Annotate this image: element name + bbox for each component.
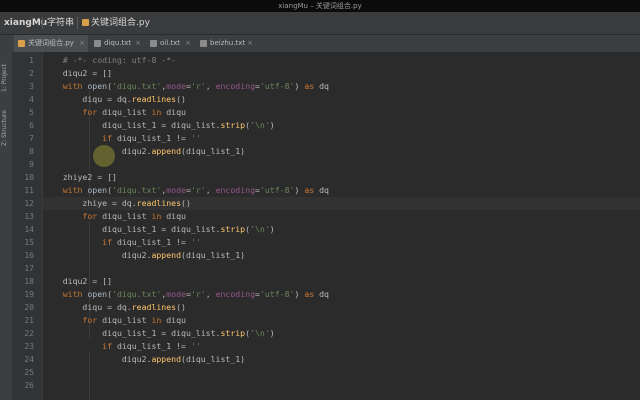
close-icon[interactable]: × (79, 35, 85, 52)
code-line[interactable]: diqu_list_1 = diqu_list.strip('\n') (43, 327, 640, 340)
close-icon[interactable]: × (185, 35, 191, 52)
line-number: 23 (24, 342, 34, 351)
line-number: 11 (24, 186, 34, 195)
code-line[interactable]: for diqu_list in diqu (43, 314, 640, 327)
code-line[interactable]: diqu = dq.readlines() (43, 93, 640, 106)
code-line[interactable]: if diqu_list_1 != '' (43, 236, 640, 249)
code-line[interactable] (43, 379, 640, 392)
tab-beizhu-txt[interactable]: beizhu.txt × (196, 35, 256, 52)
breadcrumb-file[interactable]: 关键词组合.py (91, 12, 150, 34)
navigation-bar: xiangMu 字符串 关键词组合.py (0, 12, 640, 35)
line-number: 8 (29, 147, 34, 156)
code-line[interactable]: if diqu_list_1 != '' (43, 132, 640, 145)
line-number: 9 (29, 160, 34, 169)
code-line[interactable]: # -*- coding: utf-8 -*- (43, 54, 640, 67)
os-title-bar: xiangMu – 关键词组合.py (0, 0, 640, 12)
line-number: 22 (24, 329, 34, 338)
text-file-icon (200, 40, 207, 47)
line-number: 14 (24, 225, 34, 234)
line-number: 5 (29, 108, 34, 117)
tab-label: diqu.txt (104, 39, 132, 47)
code-line[interactable]: if diqu_list_1 != '' (43, 340, 640, 353)
editor-tabs: 关键词组合.py × diqu.txt × oil.txt × beizhu.t… (0, 35, 640, 53)
tab-label: oil.txt (160, 39, 181, 47)
text-file-icon (94, 40, 101, 47)
python-file-icon (18, 40, 25, 47)
breadcrumb-separator (42, 17, 43, 29)
line-number: 20 (24, 303, 34, 312)
structure-tool-tab[interactable]: Z: Structure (1, 96, 11, 146)
tab-diqu-txt[interactable]: diqu.txt × (90, 35, 144, 52)
line-number: 18 (24, 277, 34, 286)
code-line[interactable]: zhiye2 = [] (43, 171, 640, 184)
line-number: 10 (24, 173, 34, 182)
line-number: 13 (24, 212, 34, 221)
tab-label: 关键词组合.py (28, 39, 74, 47)
breadcrumb-separator (77, 17, 78, 29)
line-number: 21 (24, 316, 34, 325)
line-number: 3 (29, 82, 34, 91)
code-line[interactable] (43, 262, 640, 275)
code-line[interactable]: diqu2 = [] (43, 67, 640, 80)
window-title: xiangMu – 关键词组合.py (278, 2, 362, 10)
line-number: 4 (29, 95, 34, 104)
code-line[interactable]: for diqu_list in diqu (43, 210, 640, 223)
code-line[interactable]: with open('diqu.txt',mode='r', encoding=… (43, 80, 640, 93)
screen: xiangMu – 关键词组合.py xiangMu 字符串 关键词组合.py … (0, 0, 640, 400)
code-line[interactable]: with open('diqu.txt',mode='r', encoding=… (43, 288, 640, 301)
breadcrumb-project[interactable]: xiangMu (4, 12, 47, 34)
code-line[interactable]: for diqu_list in diqu (43, 106, 640, 119)
project-tool-tab[interactable]: 1: Project (1, 52, 11, 92)
code-line[interactable]: zhiye = dq.readlines() (43, 197, 640, 210)
code-editor[interactable]: # -*- coding: utf-8 -*- diqu2 = [] with … (43, 52, 640, 400)
code-line[interactable]: diqu_list_1 = diqu_list.strip('\n') (43, 223, 640, 236)
line-number: 25 (24, 368, 34, 377)
python-file-icon (82, 19, 89, 26)
code-line[interactable]: diqu2.append(diqu_list_1) (43, 353, 640, 366)
close-icon[interactable]: × (247, 35, 253, 52)
code-line[interactable]: diqu_list_1 = diqu_list.strip('\n') (43, 119, 640, 132)
line-number: 1 (29, 56, 34, 65)
line-number: 12 (24, 199, 34, 208)
line-number: 6 (29, 121, 34, 130)
mouse-cursor-highlight (93, 145, 115, 167)
line-number: 2 (29, 69, 34, 78)
close-icon[interactable]: × (135, 35, 141, 52)
line-number: 19 (24, 290, 34, 299)
tab-oil-txt[interactable]: oil.txt × (146, 35, 194, 52)
tab-keyword-combination[interactable]: 关键词组合.py × (14, 35, 88, 52)
line-number: 24 (24, 355, 34, 364)
code-line[interactable]: with open('diqu.txt',mode='r', encoding=… (43, 184, 640, 197)
tab-label: beizhu.txt (210, 39, 246, 47)
code-line[interactable]: diqu2.append(diqu_list_1) (43, 249, 640, 262)
line-number: 7 (29, 134, 34, 143)
code-line[interactable] (43, 158, 640, 171)
line-number: 16 (24, 251, 34, 260)
text-file-icon (150, 40, 157, 47)
breadcrumb-folder[interactable]: 字符串 (47, 12, 74, 34)
line-number-gutter: 1 2 3 4 5 6 7 8 9 10 11 12 13 14 15 16 17 18 19 20 21 22 23 24 2… (12, 52, 43, 400)
code-line[interactable]: diqu2 = [] (43, 275, 640, 288)
code-line[interactable]: diqu = dq.readlines() (43, 301, 640, 314)
code-line[interactable]: diqu2.append(diqu_list_1) (43, 145, 640, 158)
line-number: 17 (24, 264, 34, 273)
line-number: 26 (24, 381, 34, 390)
line-number: 15 (24, 238, 34, 247)
code-line[interactable] (43, 366, 640, 379)
